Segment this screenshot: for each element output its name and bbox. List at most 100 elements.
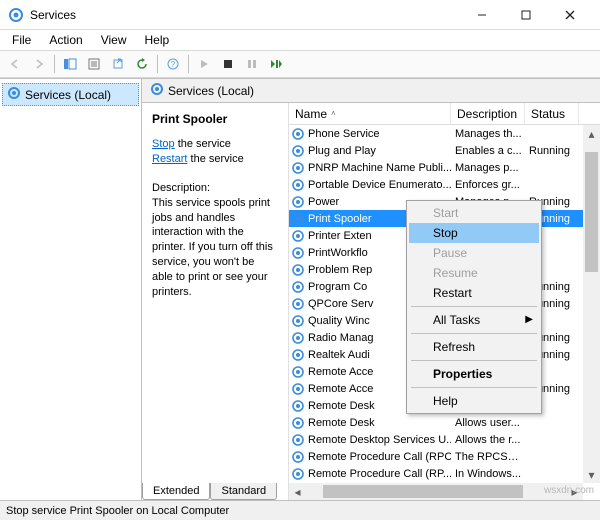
- gear-icon: [291, 195, 305, 209]
- service-name: Program Co: [308, 281, 367, 293]
- gear-icon: [291, 382, 305, 396]
- ctx-all-tasks[interactable]: All Tasks▶: [409, 310, 539, 330]
- gear-icon: [291, 246, 305, 260]
- service-name: Remote Acce: [308, 366, 373, 378]
- tree-item-services-local[interactable]: Services (Local): [2, 83, 139, 106]
- forward-button[interactable]: [28, 53, 50, 75]
- export-list-button[interactable]: [107, 53, 129, 75]
- menu-view[interactable]: View: [93, 32, 135, 48]
- gear-icon: [291, 348, 305, 362]
- pause-service-button[interactable]: [241, 53, 263, 75]
- service-name: Remote Acce: [308, 383, 373, 395]
- menu-separator: [411, 387, 537, 388]
- service-row[interactable]: PNRP Machine Name Publi...Manages p...: [289, 159, 600, 176]
- back-button[interactable]: [4, 53, 26, 75]
- scroll-down-button[interactable]: ▾: [583, 466, 600, 483]
- tab-extended[interactable]: Extended: [142, 483, 210, 500]
- view-tabs: Extended Standard: [142, 480, 277, 500]
- window-title: Services: [30, 8, 460, 22]
- service-description: In Windows...: [451, 468, 525, 480]
- gear-icon: [291, 212, 305, 226]
- sort-indicator-icon: ˄: [331, 109, 336, 118]
- service-row[interactable]: Plug and PlayEnables a c...Running: [289, 142, 600, 159]
- properties-button[interactable]: [83, 53, 105, 75]
- column-status[interactable]: Status: [525, 103, 579, 124]
- service-name: Print Spooler: [308, 213, 372, 225]
- gear-icon: [291, 280, 305, 294]
- menu-action[interactable]: Action: [41, 32, 90, 48]
- ctx-help[interactable]: Help: [409, 391, 539, 411]
- scroll-right-button[interactable]: ▸: [566, 483, 583, 500]
- show-hide-tree-button[interactable]: [59, 53, 81, 75]
- gear-icon: [291, 144, 305, 158]
- scroll-thumb[interactable]: [323, 485, 523, 498]
- service-row[interactable]: Remote Procedure Call (RP...In Windows..…: [289, 465, 600, 482]
- restart-service-button[interactable]: [265, 53, 287, 75]
- menu-help[interactable]: Help: [137, 32, 178, 48]
- service-status: Running: [525, 145, 579, 157]
- menu-separator: [411, 306, 537, 307]
- menu-separator: [411, 360, 537, 361]
- help-button[interactable]: ?: [162, 53, 184, 75]
- horizontal-scrollbar[interactable]: ◂ ▸: [289, 483, 583, 500]
- service-name: Problem Rep: [308, 264, 372, 276]
- ctx-pause[interactable]: Pause: [409, 243, 539, 263]
- gear-icon: [291, 450, 305, 464]
- stop-service-button[interactable]: [217, 53, 239, 75]
- gear-icon: [291, 433, 305, 447]
- service-row[interactable]: Remote Desktop Services U...Allows the r…: [289, 431, 600, 448]
- scope-tree[interactable]: Services (Local): [0, 79, 142, 500]
- close-button[interactable]: [548, 1, 592, 29]
- gear-icon: [291, 467, 305, 481]
- column-name[interactable]: Name˄: [289, 103, 451, 124]
- title-bar: Services: [0, 0, 600, 30]
- column-description[interactable]: Description: [451, 103, 525, 124]
- gear-icon: [291, 178, 305, 192]
- svg-text:?: ?: [171, 60, 176, 69]
- toolbar: ?: [0, 50, 600, 78]
- toolbar-separator: [157, 55, 158, 73]
- service-name: Quality Winc: [308, 315, 370, 327]
- ctx-stop[interactable]: Stop: [409, 223, 539, 243]
- scroll-left-button[interactable]: ◂: [289, 483, 306, 500]
- service-description: Enables a c...: [451, 145, 525, 157]
- refresh-button[interactable]: [131, 53, 153, 75]
- menu-file[interactable]: File: [4, 32, 39, 48]
- gear-icon: [291, 416, 305, 430]
- tree-item-label: Services (Local): [25, 88, 111, 102]
- maximize-button[interactable]: [504, 1, 548, 29]
- description-label: Description:: [152, 181, 278, 196]
- start-service-button[interactable]: [193, 53, 215, 75]
- service-row[interactable]: Remote DeskAllows user...: [289, 414, 600, 431]
- service-description: Allows user...: [451, 417, 525, 429]
- tab-standard[interactable]: Standard: [210, 483, 277, 500]
- vertical-scrollbar[interactable]: ▴ ▾: [583, 125, 600, 483]
- service-description: Allows the r...: [451, 434, 525, 446]
- gear-icon: [291, 127, 305, 141]
- service-name: Power: [308, 196, 339, 208]
- ctx-refresh[interactable]: Refresh: [409, 337, 539, 357]
- scroll-thumb[interactable]: [585, 152, 598, 272]
- ctx-restart[interactable]: Restart: [409, 283, 539, 303]
- restart-link[interactable]: Restart: [152, 153, 187, 165]
- service-name: Radio Manag: [308, 332, 373, 344]
- service-name: Remote Desk: [308, 400, 375, 412]
- details-pane: Print Spooler Stop the service Restart t…: [142, 103, 288, 500]
- ctx-resume[interactable]: Resume: [409, 263, 539, 283]
- scroll-up-button[interactable]: ▴: [583, 125, 600, 142]
- service-row[interactable]: Portable Device Enumerato...Enforces gr.…: [289, 176, 600, 193]
- app-icon: [8, 7, 24, 23]
- minimize-button[interactable]: [460, 1, 504, 29]
- ctx-properties[interactable]: Properties: [409, 364, 539, 384]
- service-description: Enforces gr...: [451, 179, 525, 191]
- service-name: Phone Service: [308, 128, 380, 140]
- gear-icon: [291, 314, 305, 328]
- service-row[interactable]: Remote Procedure Call (RPC)The RPCSS ...: [289, 448, 600, 465]
- ctx-start[interactable]: Start: [409, 203, 539, 223]
- service-row[interactable]: Phone ServiceManages th...: [289, 125, 600, 142]
- submenu-arrow-icon: ▶: [525, 314, 533, 325]
- details-title: Print Spooler: [152, 111, 278, 127]
- stop-link[interactable]: Stop: [152, 138, 175, 150]
- gear-icon: [291, 297, 305, 311]
- gear-icon: [291, 263, 305, 277]
